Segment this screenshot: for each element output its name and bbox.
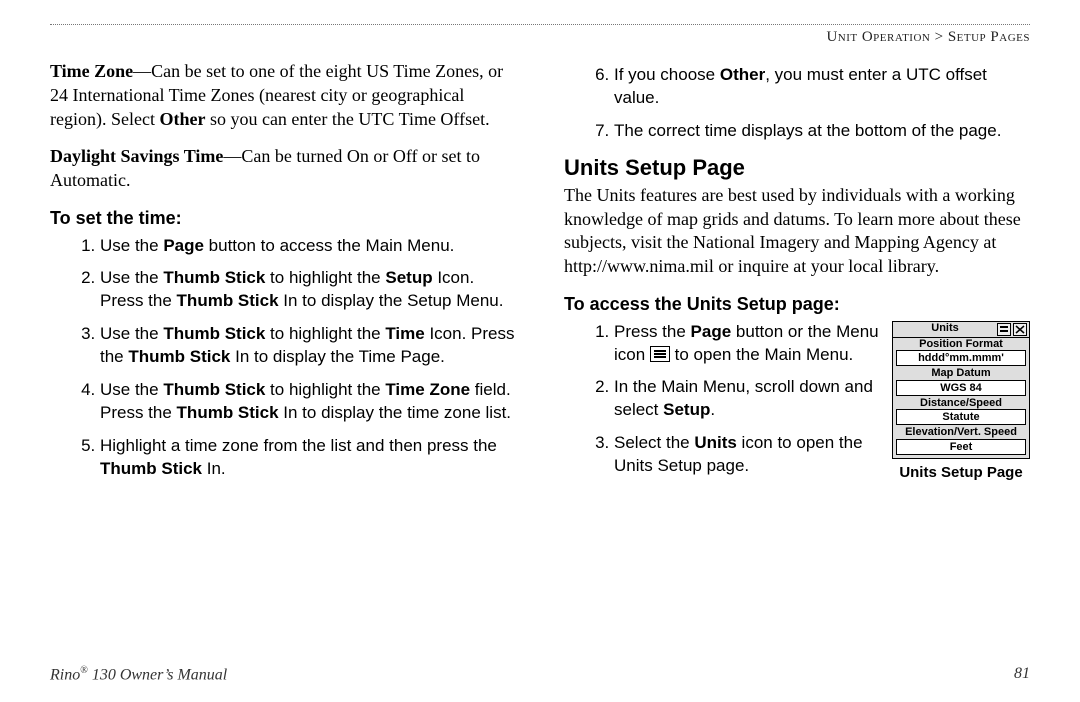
set-time-heading: To set the time: xyxy=(50,207,516,231)
time-zone-paragraph: Time Zone—Can be set to one of the eight… xyxy=(50,60,516,131)
device-value: Statute xyxy=(896,409,1026,425)
page-number: 81 xyxy=(1014,665,1030,684)
manual-title: Rino® 130 Owner’s Manual xyxy=(50,665,227,684)
list-item: Use the Page button to access the Main M… xyxy=(100,235,516,258)
breadcrumb-page: Setup Pages xyxy=(948,29,1030,45)
list-item: Use the Thumb Stick to highlight the Tim… xyxy=(100,323,516,369)
device-value: Feet xyxy=(896,439,1026,455)
time-zone-label: Time Zone xyxy=(50,61,133,81)
device-label: Position Format xyxy=(893,338,1029,351)
device-value: WGS 84 xyxy=(896,380,1026,396)
list-item: If you choose Other, you must enter a UT… xyxy=(614,64,1030,110)
set-time-steps-continued: If you choose Other, you must enter a UT… xyxy=(564,64,1030,143)
figure-caption: Units Setup Page xyxy=(892,463,1030,483)
set-time-steps: Use the Page button to access the Main M… xyxy=(50,235,516,481)
close-icon xyxy=(1013,323,1027,336)
device-label: Map Datum xyxy=(893,367,1029,380)
device-label: Elevation/Vert. Speed xyxy=(893,426,1029,439)
device-title: Units xyxy=(895,323,995,335)
breadcrumb-section: Unit Operation xyxy=(826,29,930,45)
window-menu-icon xyxy=(997,323,1011,336)
page-footer: Rino® 130 Owner’s Manual 81 xyxy=(50,665,1030,684)
dst-paragraph: Daylight Savings Time—Can be turned On o… xyxy=(50,145,516,193)
list-item: Use the Thumb Stick to highlight the Set… xyxy=(100,267,516,313)
device-label: Distance/Speed xyxy=(893,397,1029,410)
list-item: Use the Thumb Stick to highlight the Tim… xyxy=(100,379,516,425)
menu-icon xyxy=(650,346,670,362)
units-setup-paragraph: The Units features are best used by indi… xyxy=(564,184,1030,279)
device-value: hddd°mm.mmm' xyxy=(896,350,1026,366)
list-item: The correct time displays at the bottom … xyxy=(614,120,1030,143)
units-setup-figure: Units Position Format hddd°mm.mmm' Map D… xyxy=(892,321,1030,483)
dst-label: Daylight Savings Time xyxy=(50,146,223,166)
device-screenshot: Units Position Format hddd°mm.mmm' Map D… xyxy=(892,321,1030,459)
units-setup-heading: Units Setup Page xyxy=(564,153,1030,182)
access-units-heading: To access the Units Setup page: xyxy=(564,293,1030,317)
list-item: Highlight a time zone from the list and … xyxy=(100,435,516,481)
breadcrumb: Unit Operation > Setup Pages xyxy=(50,24,1030,46)
